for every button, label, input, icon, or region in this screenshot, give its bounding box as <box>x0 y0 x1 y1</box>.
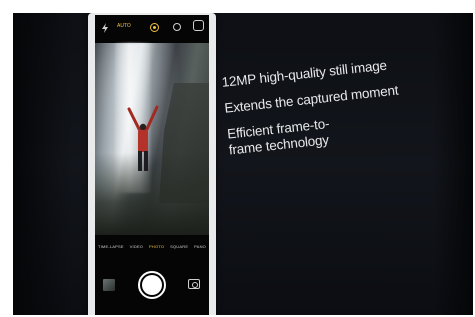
timer-icon[interactable] <box>173 23 181 31</box>
person-figure <box>127 105 159 171</box>
bullet-frame-technology: Efficient frame-to-frame technology <box>226 116 330 158</box>
switch-camera-icon[interactable] <box>188 279 200 289</box>
mode-photo[interactable]: PHOTO <box>149 244 164 249</box>
iphone: AUTO TIME-LAPSE VIDEO PHOTO SQUARE PANO <box>88 13 216 315</box>
mode-video[interactable]: VIDEO <box>130 244 143 249</box>
mode-pano[interactable]: PANO <box>194 244 206 249</box>
photo-thumbnail[interactable] <box>103 279 115 291</box>
camera-viewfinder[interactable] <box>95 43 209 235</box>
camera-app-screen: AUTO TIME-LAPSE VIDEO PHOTO SQUARE PANO <box>95 15 209 315</box>
flip-camera-icon[interactable] <box>193 20 204 31</box>
camera-top-bar: AUTO <box>95 15 209 43</box>
flash-mode-label[interactable]: AUTO <box>117 23 131 29</box>
shutter-button[interactable] <box>138 271 166 299</box>
camera-bottom-bar <box>95 257 209 315</box>
live-photo-icon[interactable] <box>150 23 159 32</box>
camera-mode-bar: TIME-LAPSE VIDEO PHOTO SQUARE PANO <box>95 235 209 257</box>
presentation-stage: AUTO TIME-LAPSE VIDEO PHOTO SQUARE PANO … <box>13 13 473 315</box>
flash-icon[interactable] <box>101 23 109 33</box>
slide-bullet-list: 12MP high-quality still image Extends th… <box>221 54 430 168</box>
mode-square[interactable]: SQUARE <box>170 244 188 249</box>
mode-time-lapse[interactable]: TIME-LAPSE <box>98 244 124 249</box>
